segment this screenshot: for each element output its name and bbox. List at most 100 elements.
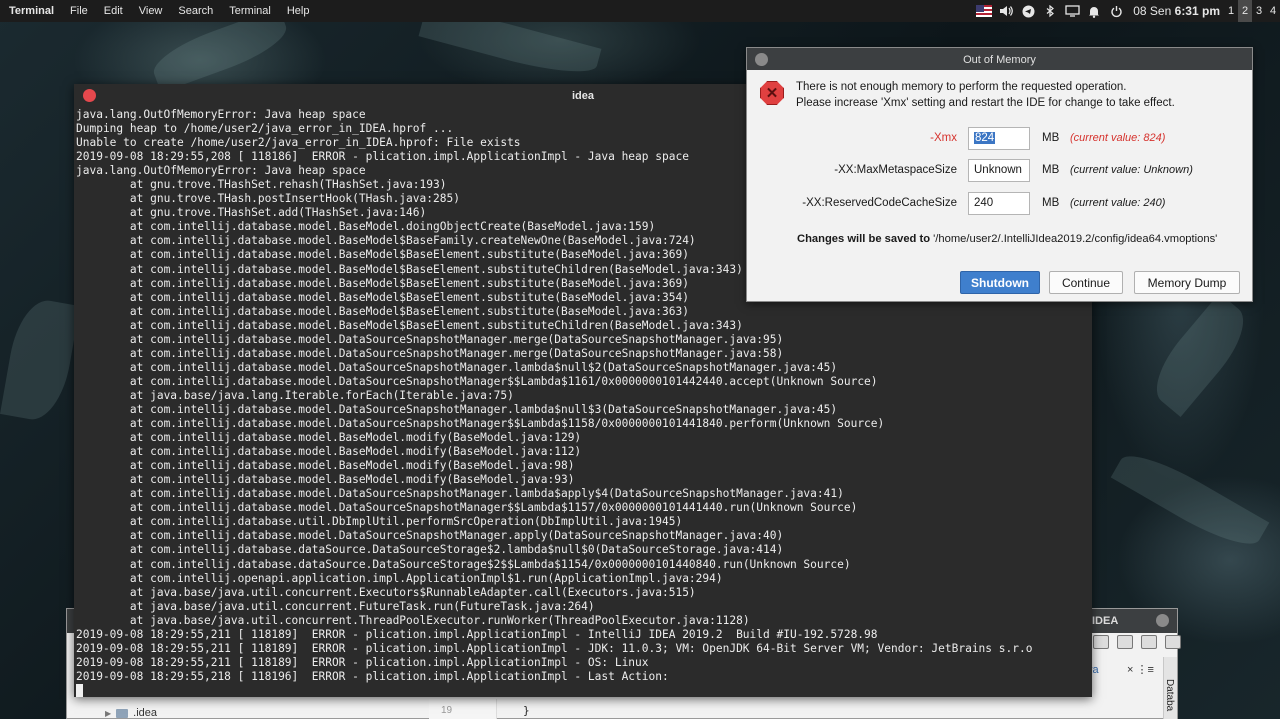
text-cursor bbox=[76, 683, 83, 697]
xmx-current-value: (current value: 824) bbox=[1070, 132, 1166, 144]
terminal-line: 2019-09-08 18:29:55,218 [ 118196] ERROR … bbox=[76, 669, 669, 683]
terminal-cursor-line bbox=[76, 683, 1090, 698]
terminal-line: at com.intellij.database.model.BaseModel… bbox=[76, 473, 575, 487]
terminal-line: at com.intellij.database.model.DataSourc… bbox=[76, 374, 878, 388]
menu-file[interactable]: File bbox=[62, 5, 96, 17]
ide-close-button[interactable] bbox=[1156, 614, 1169, 627]
max-metaspace-field[interactable]: Unknown bbox=[968, 159, 1030, 182]
toolbar-icon[interactable] bbox=[1093, 635, 1109, 649]
code-cache-value: 240 bbox=[974, 197, 994, 209]
save-note-label: Changes will be saved to bbox=[797, 233, 931, 245]
xmx-unit: MB bbox=[1042, 132, 1060, 144]
out-of-memory-dialog: Out of Memory ✕ There is not enough memo… bbox=[746, 47, 1253, 302]
terminal-line: at com.intellij.database.model.DataSourc… bbox=[76, 529, 784, 543]
terminal-line: at com.intellij.database.model.DataSourc… bbox=[76, 501, 858, 515]
terminal-line: at com.intellij.database.model.BaseModel… bbox=[76, 304, 689, 318]
wallpaper-leaf bbox=[1110, 442, 1270, 558]
save-note-path: '/home/user2/.IntelliJIdea2019.2/config/… bbox=[930, 233, 1218, 245]
workspace-3[interactable]: 3 bbox=[1252, 0, 1266, 22]
workspace-1[interactable]: 1 bbox=[1224, 0, 1238, 22]
toolbar-icon[interactable] bbox=[1141, 635, 1157, 649]
workspace-4[interactable]: 4 bbox=[1266, 0, 1280, 22]
clock-time: 6:31 pm bbox=[1174, 4, 1220, 18]
message-line-1: There is not enough memory to perform th… bbox=[796, 81, 1127, 93]
message-line-2: Please increase 'Xmx' setting and restar… bbox=[796, 97, 1175, 109]
terminal-line: at com.intellij.openapi.application.impl… bbox=[76, 571, 723, 585]
menu-help[interactable]: Help bbox=[279, 5, 318, 17]
code-cache-label: -XX:ReservedCodeCacheSize bbox=[802, 197, 957, 209]
terminal-line: at com.intellij.database.dataSource.Data… bbox=[76, 557, 851, 571]
wallpaper-leaf bbox=[1142, 292, 1258, 418]
tree-expand-icon[interactable]: ▶ bbox=[105, 709, 111, 718]
ide-toolbar bbox=[1093, 635, 1181, 649]
terminal-line: at com.intellij.database.model.DataSourc… bbox=[76, 360, 838, 374]
folder-icon bbox=[116, 708, 129, 718]
terminal-line: at com.intellij.database.model.BaseModel… bbox=[76, 318, 743, 332]
menu-terminal[interactable]: Terminal bbox=[221, 5, 279, 17]
dialog-titlebar[interactable]: Out of Memory bbox=[747, 48, 1252, 70]
tab-controls[interactable]: × ⋮≡ bbox=[1127, 663, 1154, 676]
menu-edit[interactable]: Edit bbox=[96, 5, 131, 17]
xmx-value: 824 bbox=[974, 132, 996, 144]
terminal-line: 2019-09-08 18:29:55,211 [ 118189] ERROR … bbox=[76, 627, 878, 641]
terminal-line: at java.base/java.util.concurrent.Thread… bbox=[76, 613, 750, 627]
option-reserved-code-cache: -XX:ReservedCodeCacheSize 240 MB (curren… bbox=[747, 192, 1254, 216]
top-panel: Terminal File Edit View Search Terminal … bbox=[0, 0, 1280, 22]
max-metaspace-value: Unknown bbox=[974, 164, 1022, 176]
save-location-note: Changes will be saved to '/home/user2/.I… bbox=[797, 233, 1217, 245]
code-cache-field[interactable]: 240 bbox=[968, 192, 1030, 215]
menu-view[interactable]: View bbox=[131, 5, 171, 17]
terminal-line: at com.intellij.database.model.DataSourc… bbox=[76, 346, 784, 360]
terminal-line: 2019-09-08 18:29:55,211 [ 118189] ERROR … bbox=[76, 655, 649, 669]
terminal-line: at com.intellij.database.model.DataSourc… bbox=[76, 487, 844, 501]
code-cache-current-value: (current value: 240) bbox=[1070, 197, 1166, 209]
notification-bell-icon[interactable] bbox=[1086, 4, 1102, 18]
workspace-2[interactable]: 2 bbox=[1238, 0, 1252, 22]
xmx-field[interactable]: 824 bbox=[968, 127, 1030, 150]
terminal-line: 2019-09-08 18:29:55,211 [ 118189] ERROR … bbox=[76, 641, 1033, 655]
shutdown-button[interactable]: Shutdown bbox=[960, 271, 1040, 294]
terminal-line: at java.base/java.util.concurrent.Execut… bbox=[76, 585, 696, 599]
editor-gutter: 19 bbox=[429, 699, 497, 719]
terminal-line: at java.base/java.lang.Iterable.forEach(… bbox=[76, 388, 514, 402]
bluetooth-icon[interactable] bbox=[1042, 4, 1058, 18]
menu-search[interactable]: Search bbox=[170, 5, 221, 17]
tree-item-label: .idea bbox=[133, 707, 158, 719]
display-icon[interactable] bbox=[1064, 4, 1080, 18]
terminal-line: at com.intellij.database.model.BaseModel… bbox=[76, 459, 575, 473]
telegram-icon[interactable] bbox=[1020, 4, 1036, 18]
continue-button[interactable]: Continue bbox=[1049, 271, 1123, 294]
clock[interactable]: 08 Sen 6:31 pm bbox=[1133, 4, 1220, 18]
max-metaspace-unit: MB bbox=[1042, 164, 1060, 176]
system-tray: 08 Sen 6:31 pm 1 2 3 4 bbox=[973, 0, 1280, 22]
terminal-line: at com.intellij.database.util.DbImplUtil… bbox=[76, 515, 683, 529]
terminal-line: at com.intellij.database.model.DataSourc… bbox=[76, 332, 784, 346]
toolbar-icon[interactable] bbox=[1165, 635, 1181, 649]
max-metaspace-current-value: (current value: Unknown) bbox=[1070, 164, 1193, 176]
database-tool-tab[interactable]: Databa bbox=[1164, 679, 1175, 711]
terminal-line: at com.intellij.database.model.BaseModel… bbox=[76, 445, 582, 459]
error-icon: ✕ bbox=[760, 81, 784, 105]
clock-date: 08 Sen bbox=[1133, 4, 1172, 18]
power-icon[interactable] bbox=[1108, 4, 1124, 18]
terminal-line: at com.intellij.database.model.BaseModel… bbox=[76, 431, 582, 445]
max-metaspace-label: -XX:MaxMetaspaceSize bbox=[834, 164, 957, 176]
terminal-line: at java.base/java.util.concurrent.Future… bbox=[76, 599, 595, 613]
line-number: 19 bbox=[441, 705, 453, 716]
active-app-name: Terminal bbox=[9, 5, 55, 17]
volume-icon[interactable] bbox=[998, 4, 1014, 18]
project-tree-item[interactable]: ▶ .idea bbox=[105, 707, 157, 719]
option-max-metaspace: -XX:MaxMetaspaceSize Unknown MB (current… bbox=[747, 159, 1254, 183]
us-flag-icon[interactable] bbox=[976, 4, 993, 18]
terminal-line: at com.intellij.database.dataSource.Data… bbox=[76, 543, 784, 557]
wallpaper-leaf bbox=[0, 295, 80, 425]
code-cache-unit: MB bbox=[1042, 197, 1060, 209]
dialog-title: Out of Memory bbox=[963, 54, 1036, 66]
terminal-line: at com.intellij.database.model.DataSourc… bbox=[76, 417, 885, 431]
memory-dump-button[interactable]: Memory Dump bbox=[1134, 271, 1240, 294]
option-xmx: -Xmx 824 MB (current value: 824) bbox=[747, 127, 1254, 151]
code-line[interactable]: } bbox=[523, 704, 530, 717]
dialog-message: There is not enough memory to perform th… bbox=[796, 79, 1175, 111]
toolbar-icon[interactable] bbox=[1117, 635, 1133, 649]
terminal-line: at com.intellij.database.model.DataSourc… bbox=[76, 402, 838, 416]
